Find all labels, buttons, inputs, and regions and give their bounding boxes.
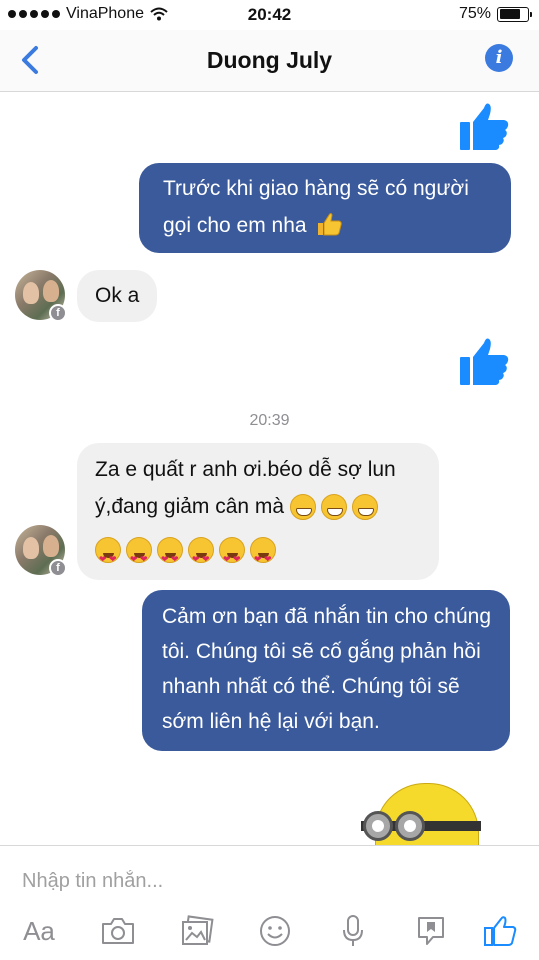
like-button[interactable] (481, 912, 519, 950)
message-bubble-outgoing[interactable]: Cảm ơn bạn đã nhắn tin cho chúng tôi. Ch… (142, 590, 510, 751)
heart-eyes-face-icon (95, 537, 121, 578)
message-bubble-incoming[interactable]: Ok a (77, 270, 158, 322)
message-timestamp: 20:39 (249, 412, 290, 429)
like-thumb-icon (460, 103, 509, 150)
goggle-left-icon (363, 811, 393, 841)
grinning-face-icon (289, 494, 316, 521)
status-bar: VinaPhone 20:42 75% (0, 0, 539, 30)
thumbs-up-icon (484, 916, 517, 946)
heart-eyes-emoji-group (95, 537, 276, 578)
microphone-icon (343, 915, 363, 946)
grinning-face-icon (320, 494, 347, 521)
battery-icon (497, 6, 532, 22)
battery-percent: 75% (458, 5, 491, 22)
like-thumb-icon (460, 338, 509, 385)
facebook-badge-icon: f (49, 559, 67, 577)
message-bubble-incoming[interactable]: Za e quất r anh ơi.béo dễ sợ lun ý,đang … (77, 443, 439, 580)
heart-eyes-face-icon (219, 537, 245, 578)
location-button[interactable] (412, 912, 450, 950)
heart-eyes-face-icon (250, 537, 276, 578)
text-format-button[interactable]: Aa (20, 912, 58, 950)
heart-eyes-face-icon (157, 537, 183, 578)
gallery-button[interactable] (178, 912, 216, 950)
sticker-button[interactable] (256, 912, 294, 950)
voice-button[interactable] (334, 912, 372, 950)
bookmark-chat-icon (418, 917, 444, 945)
navigation-bar: Duong July i (0, 30, 539, 92)
facebook-badge-icon: f (49, 304, 67, 322)
message-bubble-outgoing[interactable]: Trước khi giao hàng sẽ có người gọi cho … (139, 163, 511, 253)
goggle-right-icon (395, 811, 425, 841)
info-button[interactable]: i (485, 44, 513, 72)
thumbs-up-emoji-icon (316, 211, 343, 236)
composer-toolbar: Aa (0, 912, 539, 952)
message-composer: Aa (0, 845, 539, 960)
conversation-title: Duong July (206, 47, 333, 73)
minion-sticker[interactable] (361, 783, 481, 846)
heart-eyes-face-icon (126, 537, 152, 578)
camera-button[interactable] (99, 912, 137, 950)
grinning-emoji-group (289, 494, 378, 521)
info-icon: i (495, 47, 503, 68)
battery-status: 75% (458, 5, 532, 23)
message-text: Ok a (95, 284, 140, 307)
message-text: Cảm ơn bạn đã nhắn tin cho chúng tôi. Ch… (162, 605, 491, 733)
message-input[interactable] (22, 866, 512, 896)
heart-eyes-face-icon (188, 537, 214, 578)
photo-gallery-icon (182, 915, 214, 945)
smiley-icon (260, 916, 290, 946)
grinning-face-icon (351, 494, 378, 521)
camera-icon (102, 918, 134, 944)
